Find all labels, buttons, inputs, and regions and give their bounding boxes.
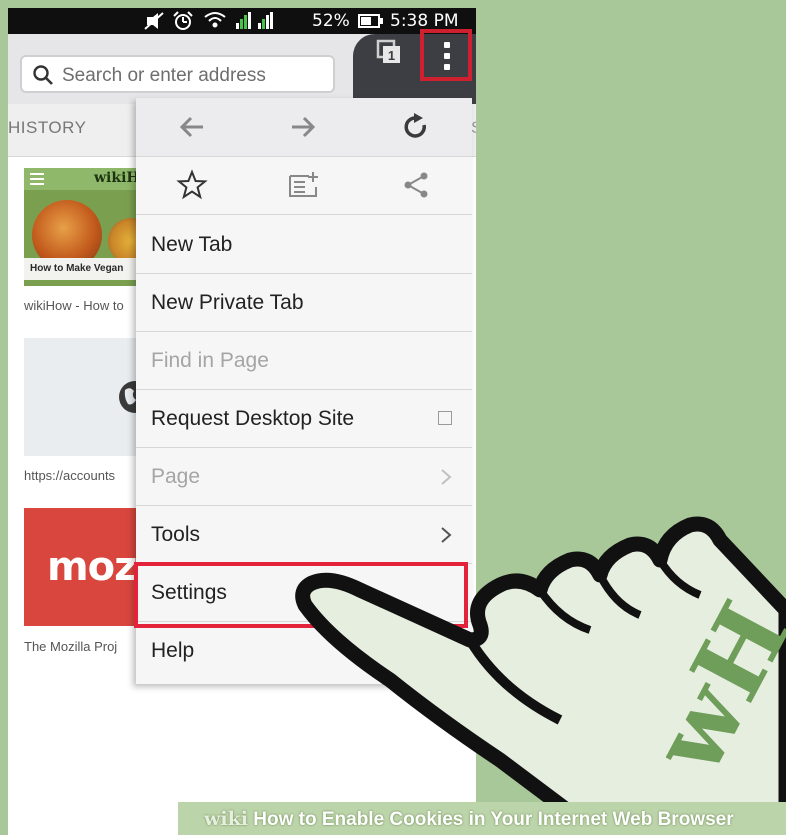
watermark-wiki: wiki xyxy=(204,808,248,830)
pointing-hand-illustration: wH xyxy=(295,516,786,835)
watermark-title: How to Enable Cookies in Your Internet W… xyxy=(253,809,734,830)
watermark-text: wiki How to Enable Cookies in Your Inter… xyxy=(204,808,734,831)
